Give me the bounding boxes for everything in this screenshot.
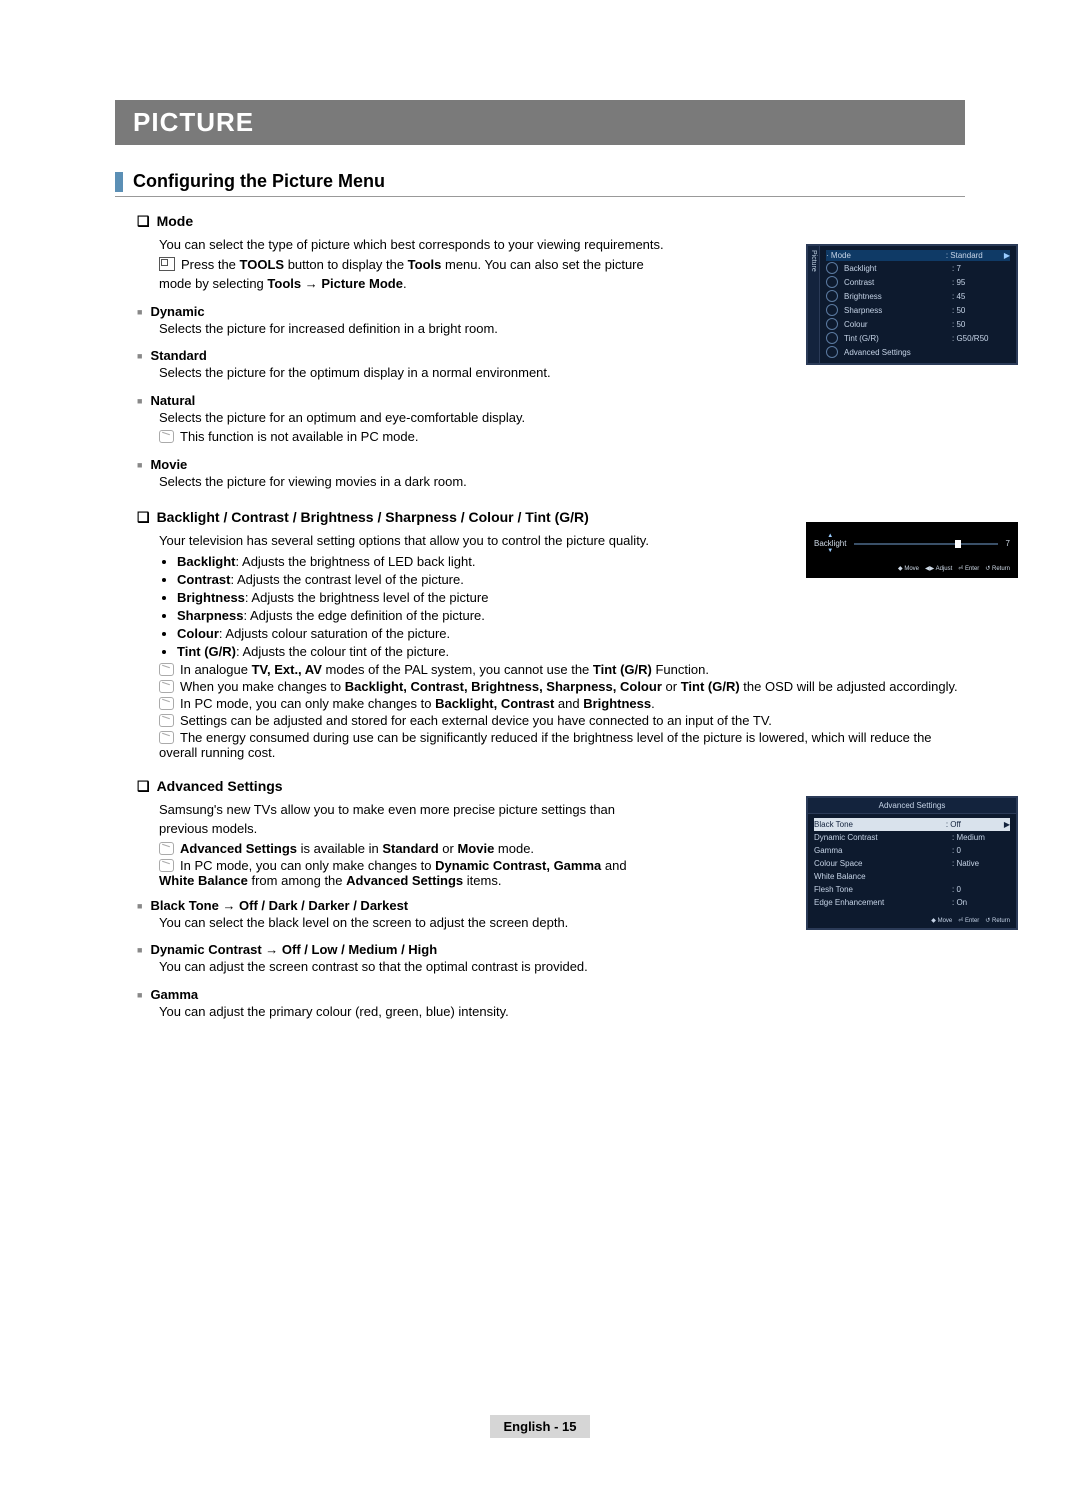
osd-row: Colour Space: Native bbox=[814, 857, 1010, 870]
bullet-square-icon: ■ bbox=[137, 396, 142, 406]
osd-row: Edge Enhancement: On bbox=[814, 896, 1010, 909]
bullet-square-icon: ■ bbox=[137, 351, 142, 361]
bullet-square-icon: ■ bbox=[137, 307, 142, 317]
tools-hint: Press the TOOLS button to display the To… bbox=[159, 255, 669, 294]
osd-icon bbox=[826, 276, 838, 288]
note: In PC mode, you can only make changes to… bbox=[159, 696, 965, 711]
advanced-intro: Samsung's new TVs allow you to make even… bbox=[159, 800, 659, 839]
osd-row: Sharpness: 50 bbox=[826, 303, 1010, 317]
osd-advanced-settings: Advanced Settings Black Tone: Off▶ Dynam… bbox=[806, 796, 1018, 930]
bullet-square-icon: ■ bbox=[137, 901, 142, 911]
chevron-right-icon: ▶ bbox=[1004, 251, 1010, 260]
subsection-title: Configuring the Picture Menu bbox=[115, 171, 965, 197]
bullet-square-icon: ■ bbox=[137, 460, 142, 470]
note: Settings can be adjusted and stored for … bbox=[159, 713, 965, 728]
advanced-title: Advanced Settings bbox=[157, 778, 283, 794]
osd-icon bbox=[826, 318, 838, 330]
note-icon bbox=[159, 859, 174, 872]
bullet: Colour: Adjusts colour saturation of the… bbox=[177, 626, 965, 641]
note-icon bbox=[159, 731, 174, 744]
note-icon bbox=[159, 697, 174, 710]
note-icon bbox=[159, 680, 174, 693]
osd-icon bbox=[826, 346, 838, 358]
note-icon bbox=[159, 663, 174, 676]
osd-legend: ◆ Move⏎ Enter↺ Return bbox=[808, 913, 1016, 928]
mode-natural: ■Natural bbox=[137, 393, 965, 408]
osd-row: Black Tone: Off▶ bbox=[814, 818, 1010, 831]
osd-row: White Balance bbox=[814, 870, 1010, 883]
osd-row: Contrast: 95 bbox=[826, 275, 1010, 289]
slider-value: 7 bbox=[1006, 539, 1010, 548]
osd-tab: Picture bbox=[808, 246, 820, 363]
mode-movie-desc: Selects the picture for viewing movies i… bbox=[159, 472, 965, 492]
osd-icon bbox=[826, 332, 838, 344]
subsection-heading: Configuring the Picture Menu bbox=[133, 171, 385, 192]
bullet-square-icon: ■ bbox=[137, 945, 142, 955]
tools-icon bbox=[159, 257, 175, 271]
bullet: Brightness: Adjusts the brightness level… bbox=[177, 590, 965, 605]
osd-row: · Mode: Standard▶ bbox=[826, 250, 1010, 261]
note: In analogue TV, Ext., AV modes of the PA… bbox=[159, 662, 965, 677]
osd-row: Brightness: 45 bbox=[826, 289, 1010, 303]
accent-bar bbox=[115, 172, 123, 192]
square-marker-icon: ❑ bbox=[137, 509, 150, 526]
square-marker-icon: ❑ bbox=[137, 778, 150, 795]
osd-picture-menu: Picture · Mode: Standard▶ Backlight: 7 C… bbox=[806, 244, 1018, 365]
osd-legend: ◆ Move◀▶ Adjust⏎ Enter↺ Return bbox=[812, 565, 1012, 572]
osd-title: Advanced Settings bbox=[808, 798, 1016, 814]
mode-title: Mode bbox=[157, 213, 194, 229]
note: When you make changes to Backlight, Cont… bbox=[159, 679, 965, 694]
arrow-down-icon: ▼ bbox=[827, 548, 833, 554]
gamma: ■Gamma bbox=[137, 987, 965, 1002]
osd-row: Dynamic Contrast: Medium bbox=[814, 831, 1010, 844]
note-icon bbox=[159, 430, 174, 443]
note: The energy consumed during use can be si… bbox=[159, 730, 965, 760]
mode-natural-desc: Selects the picture for an optimum and e… bbox=[159, 408, 965, 428]
osd-row: Flesh Tone: 0 bbox=[814, 883, 1010, 896]
osd-row: Tint (G/R): G50/R50 bbox=[826, 331, 1010, 345]
dynamic-contrast: ■Dynamic Contrast → Off / Low / Medium /… bbox=[137, 942, 965, 957]
osd-icon bbox=[826, 262, 838, 274]
osd-row: Advanced Settings bbox=[826, 345, 1010, 359]
slider-track bbox=[854, 543, 997, 545]
bullet: Tint (G/R): Adjusts the colour tint of t… bbox=[177, 644, 965, 659]
dynamic-contrast-desc: You can adjust the screen contrast so th… bbox=[159, 957, 965, 977]
osd-row: Colour: 50 bbox=[826, 317, 1010, 331]
square-marker-icon: ❑ bbox=[137, 213, 150, 230]
bullet-square-icon: ■ bbox=[137, 990, 142, 1000]
osd-icon bbox=[826, 304, 838, 316]
osd-backlight-slider: ▲ Backlight ▼ 7 ◆ Move◀▶ Adjust⏎ Enter↺ … bbox=[806, 522, 1018, 578]
gamma-desc: You can adjust the primary colour (red, … bbox=[159, 1002, 965, 1022]
bullet: Sharpness: Adjusts the edge definition o… bbox=[177, 608, 965, 623]
osd-row: Gamma: 0 bbox=[814, 844, 1010, 857]
section-header: PICTURE bbox=[115, 100, 965, 145]
note-icon bbox=[159, 714, 174, 727]
mode-natural-note: This function is not available in PC mod… bbox=[159, 427, 965, 447]
settings-title: Backlight / Contrast / Brightness / Shar… bbox=[157, 509, 589, 525]
mode-movie: ■Movie bbox=[137, 457, 965, 472]
note-icon bbox=[159, 842, 174, 855]
page: PICTURE Configuring the Picture Menu ❑ M… bbox=[0, 0, 1080, 1488]
note: In PC mode, you can only make changes to… bbox=[159, 858, 659, 888]
mode-standard-desc: Selects the picture for the optimum disp… bbox=[159, 363, 965, 383]
osd-icon bbox=[826, 290, 838, 302]
chevron-right-icon: ▶ bbox=[1004, 820, 1010, 829]
page-footer: English - 15 bbox=[0, 1415, 1080, 1438]
osd-row: Backlight: 7 bbox=[826, 261, 1010, 275]
slider-label: Backlight bbox=[814, 539, 846, 548]
slider-thumb bbox=[955, 540, 961, 548]
page-number: English - 15 bbox=[490, 1415, 591, 1438]
